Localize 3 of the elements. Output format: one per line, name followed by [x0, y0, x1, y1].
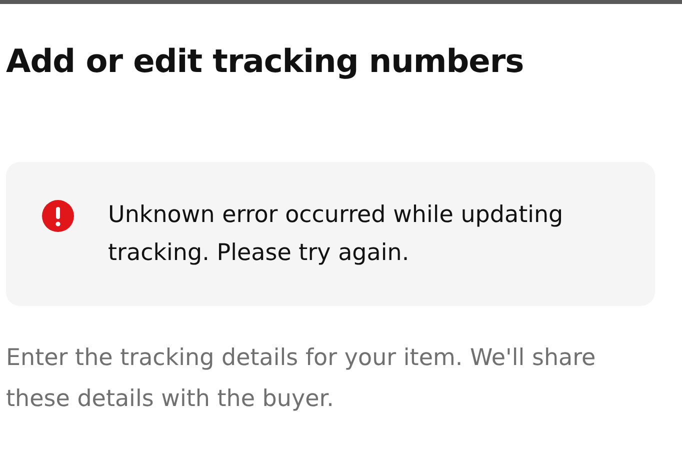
error-message: Unknown error occurred while updating tracking. Please try again.	[108, 201, 564, 268]
description-text: Enter the tracking details for your item. We'll share these details with the buyer.	[6, 344, 597, 414]
page-title: Add or edit tracking numbers	[6, 42, 525, 80]
